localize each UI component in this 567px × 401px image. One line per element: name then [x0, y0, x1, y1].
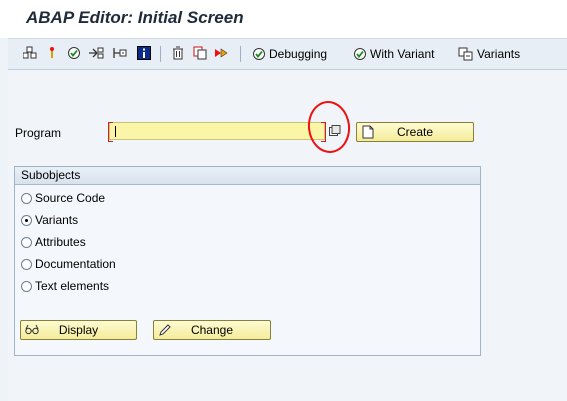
- toolbar-separator: [160, 46, 161, 62]
- radio-label: Attributes: [35, 235, 86, 249]
- test-icon[interactable]: [112, 45, 128, 61]
- radio-source-code[interactable]: Source Code: [21, 190, 105, 206]
- glasses-icon: [25, 323, 39, 337]
- rename-icon[interactable]: [214, 45, 230, 61]
- radio-text-elements[interactable]: Text elements: [21, 278, 109, 294]
- copy-icon[interactable]: [192, 45, 208, 61]
- text-cursor: [115, 126, 116, 137]
- radio-button[interactable]: [21, 258, 32, 270]
- with-variant-label: With Variant: [370, 47, 435, 61]
- execute-variant-icon: [354, 48, 366, 60]
- radio-button-selected[interactable]: [21, 214, 32, 226]
- with-variant-button[interactable]: With Variant: [353, 45, 434, 63]
- variants-button[interactable]: Variants: [458, 45, 520, 63]
- radio-label: Source Code: [35, 191, 106, 205]
- window-title: ABAP Editor: Initial Screen: [26, 8, 244, 27]
- variants-icon: [458, 47, 473, 61]
- document-icon: [361, 125, 375, 139]
- radio-variants[interactable]: Variants: [21, 212, 78, 228]
- change-button[interactable]: Change: [153, 320, 271, 340]
- radio-button[interactable]: [21, 192, 32, 204]
- delete-icon[interactable]: [170, 45, 186, 61]
- subobjects-title: Subobjects: [15, 167, 480, 185]
- debugging-button[interactable]: Debugging: [252, 45, 327, 63]
- object-list-icon[interactable]: [22, 45, 38, 61]
- radio-label: Variants: [35, 213, 79, 227]
- radio-documentation[interactable]: Documentation: [21, 256, 116, 272]
- program-input[interactable]: [108, 122, 326, 142]
- program-label: Program: [15, 126, 62, 140]
- title-bar: ABAP Editor: Initial Screen: [0, 0, 567, 38]
- radio-label: Documentation: [35, 257, 116, 271]
- debugging-label: Debugging: [269, 47, 328, 61]
- display-button[interactable]: Display: [20, 320, 137, 340]
- debug-icon: [253, 48, 265, 60]
- application-toolbar: Debugging With Variant Variants: [8, 38, 567, 70]
- radio-button[interactable]: [21, 280, 32, 292]
- pencil-icon: [158, 323, 172, 337]
- toolbar-separator: [240, 46, 241, 62]
- create-button[interactable]: Create: [356, 122, 474, 142]
- check-icon[interactable]: [66, 45, 82, 61]
- required-bracket-left: [108, 122, 113, 142]
- radio-button[interactable]: [21, 236, 32, 248]
- radio-attributes[interactable]: Attributes: [21, 234, 86, 250]
- activate-icon[interactable]: [88, 45, 104, 61]
- variants-label: Variants: [477, 47, 521, 61]
- info-icon[interactable]: [136, 45, 152, 61]
- radio-label: Text elements: [35, 279, 110, 293]
- where-used-icon[interactable]: [44, 45, 60, 61]
